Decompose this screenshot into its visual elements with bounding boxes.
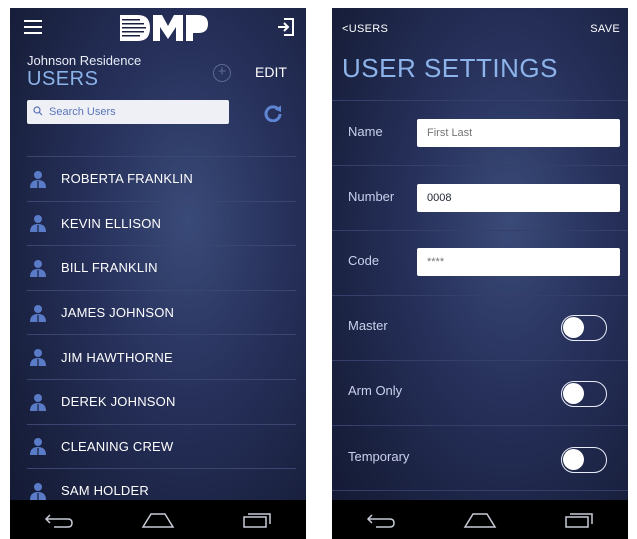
back-arrow-icon bbox=[45, 514, 74, 528]
nav-recents-button[interactable] bbox=[237, 508, 277, 532]
android-nav-bar bbox=[332, 500, 628, 539]
nav-home-button[interactable] bbox=[138, 508, 178, 532]
nav-back-button[interactable] bbox=[361, 508, 401, 532]
nav-recents-button[interactable] bbox=[559, 508, 599, 532]
arm-only-toggle[interactable] bbox=[561, 381, 607, 407]
code-row: Code bbox=[332, 230, 628, 295]
hamburger-menu-icon[interactable] bbox=[24, 20, 42, 34]
name-field[interactable] bbox=[417, 119, 620, 147]
nav-back-button[interactable] bbox=[39, 508, 79, 532]
toggle-knob bbox=[563, 317, 584, 338]
number-field[interactable] bbox=[417, 184, 620, 212]
logout-icon[interactable] bbox=[276, 17, 296, 37]
add-user-button[interactable]: + bbox=[213, 64, 231, 82]
dmp-logo bbox=[120, 15, 208, 41]
user-name: JIM HAWTHORNE bbox=[61, 349, 173, 365]
recents-icon bbox=[564, 513, 593, 528]
list-item[interactable]: CLEANING CREW bbox=[27, 423, 296, 469]
person-icon bbox=[30, 304, 46, 322]
list-item[interactable]: ROBERTA FRANKLIN bbox=[27, 156, 296, 201]
master-toggle[interactable] bbox=[561, 315, 607, 341]
save-button[interactable]: SAVE bbox=[590, 23, 620, 35]
android-nav-bar bbox=[10, 500, 306, 539]
arm-only-row: Arm Only bbox=[332, 360, 628, 425]
user-name: ROBERTA FRANKLIN bbox=[61, 171, 194, 187]
arm-only-label: Arm Only bbox=[348, 383, 403, 398]
list-item[interactable]: JIM HAWTHORNE bbox=[27, 334, 296, 379]
user-name: KEVIN ELLISON bbox=[61, 215, 162, 231]
person-icon bbox=[30, 259, 46, 277]
code-label: Code bbox=[348, 253, 380, 268]
list-item[interactable]: KEVIN ELLISON bbox=[27, 200, 296, 246]
list-item[interactable]: BILL FRANKLIN bbox=[27, 245, 296, 290]
temporary-toggle[interactable] bbox=[561, 447, 607, 473]
user-name: JAMES JOHNSON bbox=[61, 305, 175, 321]
page-title: USER SETTINGS bbox=[342, 53, 558, 83]
list-item[interactable]: DEREK JOHNSON bbox=[27, 378, 296, 424]
page-title: USERS bbox=[27, 68, 99, 90]
residence-name: Johnson Residence bbox=[27, 53, 142, 68]
user-name: CLEANING CREW bbox=[61, 438, 174, 454]
refresh-icon[interactable] bbox=[264, 104, 282, 122]
temporary-row: Temporary bbox=[332, 425, 628, 490]
list-item[interactable]: JAMES JOHNSON bbox=[27, 289, 296, 335]
home-icon bbox=[463, 513, 497, 528]
user-name: DEREK JOHNSON bbox=[61, 394, 176, 410]
search-box bbox=[27, 100, 229, 124]
master-row: Master bbox=[332, 295, 628, 360]
person-icon bbox=[30, 482, 46, 500]
search-input[interactable] bbox=[49, 103, 225, 121]
home-icon bbox=[141, 513, 175, 528]
search-icon bbox=[33, 106, 43, 116]
add-circle-icon: + bbox=[217, 63, 227, 80]
temporary-label: Temporary bbox=[348, 449, 410, 464]
recents-icon bbox=[242, 513, 271, 528]
back-button[interactable]: <USERS bbox=[342, 23, 388, 35]
user-name: SAM HOLDER bbox=[61, 483, 149, 499]
person-icon bbox=[30, 215, 46, 233]
users-list-screen: Johnson Residence USERS + EDIT ROBERTA F… bbox=[10, 8, 306, 539]
code-field[interactable] bbox=[417, 248, 620, 276]
user-list: ROBERTA FRANKLIN KEVIN ELLISON BILL FRAN… bbox=[27, 156, 296, 513]
person-icon bbox=[30, 438, 46, 456]
edit-button[interactable]: EDIT bbox=[255, 64, 287, 80]
toggle-knob bbox=[563, 383, 584, 404]
name-label: Name bbox=[348, 124, 383, 139]
top-bar bbox=[10, 8, 306, 48]
number-row: Number bbox=[332, 165, 628, 230]
person-icon bbox=[30, 349, 46, 367]
nav-home-button[interactable] bbox=[460, 508, 500, 532]
user-name: BILL FRANKLIN bbox=[61, 260, 158, 276]
user-settings-screen: <USERS SAVE USER SETTINGS Name Number Co… bbox=[332, 8, 628, 539]
person-icon bbox=[30, 393, 46, 411]
master-label: Master bbox=[348, 318, 388, 333]
person-icon bbox=[30, 170, 46, 188]
number-label: Number bbox=[348, 189, 395, 204]
toggle-knob bbox=[563, 449, 584, 470]
name-row: Name bbox=[332, 100, 628, 165]
back-arrow-icon bbox=[367, 514, 396, 528]
